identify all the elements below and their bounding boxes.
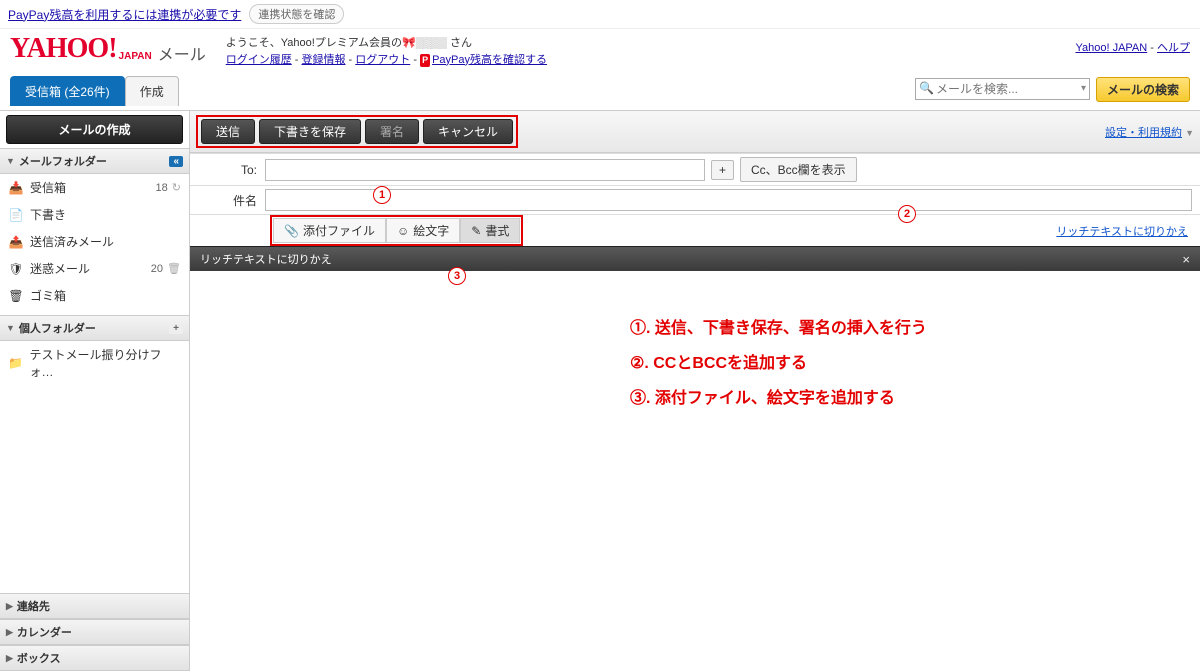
search-icon: 🔍 bbox=[919, 81, 934, 95]
close-icon[interactable]: × bbox=[1182, 252, 1190, 267]
to-label: To: bbox=[190, 163, 265, 177]
inbox-icon: 📥 bbox=[8, 181, 24, 195]
tab-inbox[interactable]: 受信箱 (全26件) bbox=[10, 76, 125, 106]
empty-spam-icon[interactable]: 🗑 bbox=[167, 262, 181, 275]
greeting-block: ようこそ、Yahoo!プレミアム会員の🎀▒▒▒▒ さん ログイン履歴 - 登録情… bbox=[226, 35, 547, 68]
save-draft-button[interactable]: 下書きを保存 bbox=[259, 119, 361, 144]
cc-bcc-toggle-button[interactable]: Cc、Bcc欄を表示 bbox=[740, 157, 857, 182]
sidebar-item-personal-test[interactable]: 📁 テストメール振り分けフォ… bbox=[0, 341, 189, 385]
search-button[interactable]: メールの検索 bbox=[1096, 77, 1190, 102]
spam-icon: 🛡 bbox=[8, 262, 24, 276]
compose-body[interactable]: ①. 送信、下書き保存、署名の挿入を行う ②. CCとBCCを追加する ③. 添… bbox=[190, 281, 1200, 457]
paypay-balance-link[interactable]: PayPay残高を確認する bbox=[432, 54, 547, 66]
paypay-notice-link[interactable]: PayPay残高を利用するには連携が必要です bbox=[8, 6, 241, 23]
yahoo-logo[interactable]: YAHOO! JAPAN bbox=[10, 35, 152, 63]
action-group-1: 送信 下書きを保存 署名 キャンセル bbox=[196, 115, 518, 148]
annotation-text-1: ①. 送信、下書き保存、署名の挿入を行う bbox=[630, 311, 1160, 346]
sidebar-calendar[interactable]: ▶カレンダー bbox=[0, 619, 189, 645]
sidebar-item-inbox[interactable]: 📥 受信箱 18↻ bbox=[0, 174, 189, 201]
trash-icon: 🗑 bbox=[8, 289, 24, 303]
refresh-icon[interactable]: ↻ bbox=[172, 181, 181, 194]
signature-button[interactable]: 署名 bbox=[365, 119, 419, 144]
folder-icon: 📁 bbox=[8, 356, 24, 370]
emoji-button[interactable]: ☺絵文字 bbox=[386, 218, 460, 243]
cancel-button[interactable]: キャンセル bbox=[423, 119, 513, 144]
rich-text-switch-link[interactable]: リッチテキストに切りかえ bbox=[1056, 223, 1188, 239]
format-icon: ✎ bbox=[471, 224, 481, 238]
attach-file-button[interactable]: 📎添付ファイル bbox=[273, 218, 386, 243]
mail-label: メール bbox=[158, 41, 206, 65]
annotation-text-3: ③. 添付ファイル、絵文字を追加する bbox=[630, 381, 1160, 416]
send-button[interactable]: 送信 bbox=[201, 119, 255, 144]
logout-link[interactable]: ログアウト bbox=[355, 54, 410, 66]
settings-link[interactable]: 設定・利用規約 bbox=[1105, 127, 1182, 139]
compose-button[interactable]: メールの作成 bbox=[6, 115, 183, 144]
personal-folders-header[interactable]: ▼個人フォルダー + bbox=[0, 315, 189, 341]
annotation-text-2: ②. CCとBCCを追加する bbox=[630, 346, 1160, 381]
sidebar-box[interactable]: ▶ボックス bbox=[0, 645, 189, 671]
sidebar-item-drafts[interactable]: 📄 下書き bbox=[0, 201, 189, 228]
emoji-icon: ☺ bbox=[397, 224, 409, 238]
search-dropdown-icon[interactable]: ▾ bbox=[1081, 83, 1086, 94]
annotation-marker-1: 1 bbox=[373, 186, 391, 204]
reg-info-link[interactable]: 登録情報 bbox=[302, 54, 346, 66]
draft-icon: 📄 bbox=[8, 208, 24, 222]
sidebar-item-sent[interactable]: 📤 送信済みメール bbox=[0, 228, 189, 255]
check-link-status-button[interactable]: 連携状態を確認 bbox=[249, 4, 344, 24]
sidebar-contacts[interactable]: ▶連絡先 bbox=[0, 593, 189, 619]
sidebar-item-trash[interactable]: 🗑 ゴミ箱 bbox=[0, 282, 189, 309]
to-input[interactable] bbox=[265, 159, 705, 181]
paperclip-icon: 📎 bbox=[284, 224, 299, 238]
annotation-marker-3: 3 bbox=[448, 267, 466, 285]
subject-input[interactable] bbox=[265, 189, 1192, 211]
subject-label: 件名 bbox=[190, 192, 265, 209]
add-recipient-button[interactable]: + bbox=[711, 160, 734, 180]
sidebar-item-spam[interactable]: 🛡 迷惑メール 20🗑 bbox=[0, 255, 189, 282]
rich-text-bar-label: リッチテキストに切りかえ bbox=[200, 251, 332, 267]
mail-folders-header[interactable]: ▼メールフォルダー « bbox=[0, 148, 189, 174]
add-folder-icon[interactable]: + bbox=[169, 323, 183, 334]
login-history-link[interactable]: ログイン履歴 bbox=[226, 54, 292, 66]
option-group-3: 📎添付ファイル ☺絵文字 ✎書式 bbox=[270, 215, 523, 246]
tab-compose[interactable]: 作成 bbox=[125, 76, 179, 106]
collapse-sidebar-icon[interactable]: « bbox=[169, 156, 183, 167]
format-button[interactable]: ✎書式 bbox=[460, 218, 520, 243]
help-link[interactable]: ヘルプ bbox=[1157, 42, 1190, 54]
sent-icon: 📤 bbox=[8, 235, 24, 249]
annotation-marker-2: 2 bbox=[898, 205, 916, 223]
paypay-icon: P bbox=[420, 54, 430, 68]
search-input[interactable] bbox=[915, 78, 1090, 100]
yahoo-japan-link[interactable]: Yahoo! JAPAN bbox=[1075, 42, 1147, 54]
